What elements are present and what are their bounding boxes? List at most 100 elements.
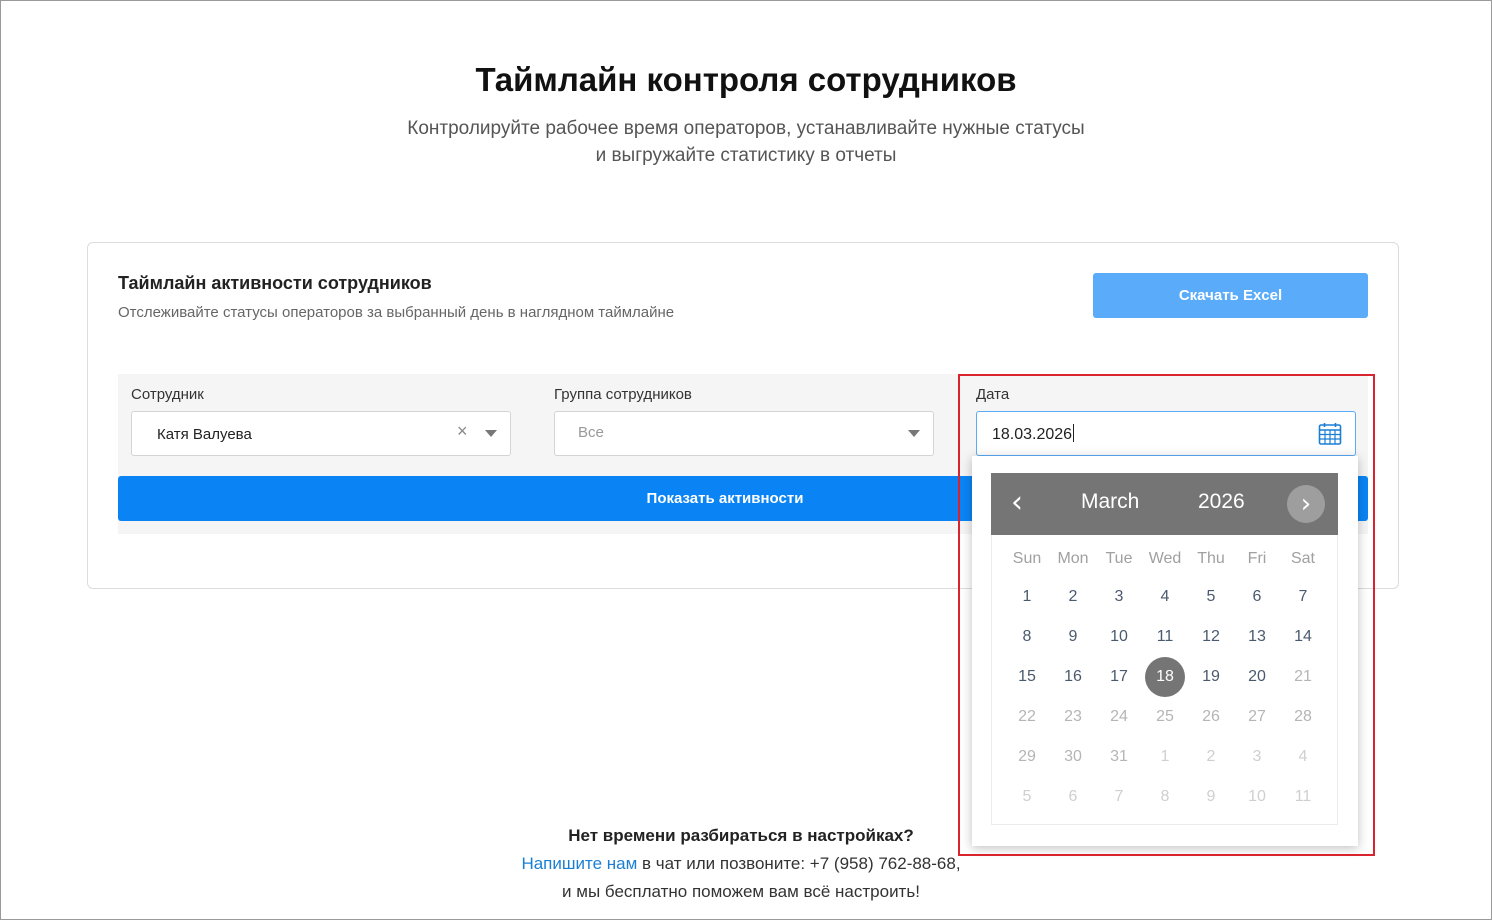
day-cell[interactable]: 27 <box>1234 697 1280 737</box>
day-cell[interactable]: 10 <box>1234 777 1280 817</box>
datepicker-popup: ‹ March 2026 › Sun Mon Tue Wed Thu Fri Sat 123… <box>972 456 1358 846</box>
employee-select[interactable]: Катя Валуева × <box>131 411 511 456</box>
day-cell[interactable]: 5 <box>1188 577 1234 617</box>
day-cell[interactable]: 15 <box>1004 657 1050 697</box>
day-cell[interactable]: 20 <box>1234 657 1280 697</box>
day-cell[interactable]: 10 <box>1096 617 1142 657</box>
day-cell[interactable]: 7 <box>1096 777 1142 817</box>
day-cell[interactable]: 9 <box>1050 617 1096 657</box>
day-number: 5 <box>1022 788 1032 805</box>
day-number: 16 <box>1064 668 1082 685</box>
day-cell[interactable]: 5 <box>1004 777 1050 817</box>
download-excel-button[interactable]: Скачать Excel <box>1093 273 1368 318</box>
day-cell[interactable]: 1 <box>1004 577 1050 617</box>
day-number: 14 <box>1294 628 1312 645</box>
day-cell[interactable]: 28 <box>1280 697 1326 737</box>
day-number: 5 <box>1206 588 1216 605</box>
day-cell[interactable]: 21 <box>1280 657 1326 697</box>
day-cell[interactable]: 14 <box>1280 617 1326 657</box>
show-activity-label: Показать активности <box>646 490 804 507</box>
text-cursor <box>1073 424 1075 442</box>
day-number: 1 <box>1160 748 1170 765</box>
day-number: 15 <box>1018 668 1036 685</box>
prev-month-icon[interactable]: ‹ <box>1011 485 1023 520</box>
day-number: 17 <box>1110 668 1128 685</box>
group-value: Все <box>578 424 604 441</box>
datepicker-month[interactable]: March <box>1081 490 1139 514</box>
day-number: 3 <box>1114 588 1124 605</box>
date-input[interactable]: 18.03.2026 <box>976 411 1356 456</box>
day-cell[interactable]: 3 <box>1234 737 1280 777</box>
day-cell[interactable]: 26 <box>1188 697 1234 737</box>
date-value: 18.03.2026 <box>992 426 1073 443</box>
page-title: Таймлайн контроля сотрудников <box>475 61 1017 98</box>
day-cell[interactable]: 2 <box>1188 737 1234 777</box>
day-cell[interactable]: 8 <box>1004 617 1050 657</box>
day-cell[interactable]: 22 <box>1004 697 1050 737</box>
day-number: 13 <box>1248 628 1266 645</box>
footer-contact-line: Напишите нам в чат или позвоните: +7 (95… <box>1 850 1481 878</box>
write-us-link[interactable]: Напишите нам <box>521 854 637 873</box>
day-number: 30 <box>1064 748 1082 765</box>
day-cell[interactable]: 7 <box>1280 577 1326 617</box>
day-number: 18 <box>1145 657 1185 697</box>
day-number: 27 <box>1248 708 1266 725</box>
day-cell[interactable]: 6 <box>1050 777 1096 817</box>
weekday-label: Wed <box>1148 550 1182 567</box>
day-number: 9 <box>1206 788 1216 805</box>
day-number: 31 <box>1110 748 1128 765</box>
chevron-down-icon[interactable] <box>908 430 920 437</box>
datepicker-header: ‹ March 2026 › <box>991 473 1338 535</box>
day-grid: 1 2 3 4 5 6 7 8 9 10 11 12 13 14 15 16 17 18 19 20 21 22 23 24 2… <box>1004 577 1326 817</box>
day-cell[interactable]: 13 <box>1234 617 1280 657</box>
chevron-down-icon[interactable] <box>485 430 497 437</box>
day-cell[interactable]: 4 <box>1142 577 1188 617</box>
day-cell-selected[interactable]: 18 <box>1142 657 1188 697</box>
weekday-label: Sun <box>1012 550 1042 567</box>
calendar-icon[interactable] <box>1318 422 1342 446</box>
day-number: 1 <box>1022 588 1032 605</box>
footer-contact-text: в чат или позвоните: +7 (958) 762-88-68, <box>637 854 961 873</box>
day-number: 20 <box>1248 668 1266 685</box>
day-number: 12 <box>1202 628 1220 645</box>
day-cell[interactable]: 8 <box>1142 777 1188 817</box>
employee-value: Катя Валуева <box>157 426 252 443</box>
day-number: 11 <box>1294 788 1312 805</box>
day-number: 28 <box>1294 708 1312 725</box>
employee-label: Сотрудник <box>131 386 204 403</box>
group-select[interactable]: Все <box>554 411 934 456</box>
day-cell[interactable]: 29 <box>1004 737 1050 777</box>
day-cell[interactable]: 24 <box>1096 697 1142 737</box>
datepicker-year[interactable]: 2026 <box>1198 490 1245 514</box>
day-number: 29 <box>1018 748 1036 765</box>
day-cell[interactable]: 2 <box>1050 577 1096 617</box>
card-description: Отслеживайте статусы операторов за выбра… <box>118 304 675 321</box>
day-cell[interactable]: 16 <box>1050 657 1096 697</box>
weekday-row: Sun Mon Tue Wed Thu Fri Sat <box>1004 550 1326 568</box>
day-cell[interactable]: 12 <box>1188 617 1234 657</box>
day-cell[interactable]: 19 <box>1188 657 1234 697</box>
day-cell[interactable]: 25 <box>1142 697 1188 737</box>
day-cell[interactable]: 31 <box>1096 737 1142 777</box>
day-number: 11 <box>1156 628 1174 645</box>
next-month-icon[interactable]: › <box>1287 485 1325 523</box>
day-cell[interactable]: 1 <box>1142 737 1188 777</box>
day-cell[interactable]: 4 <box>1280 737 1326 777</box>
day-cell[interactable]: 6 <box>1234 577 1280 617</box>
day-cell[interactable]: 11 <box>1142 617 1188 657</box>
day-number: 25 <box>1156 708 1174 725</box>
weekday-label: Tue <box>1105 550 1133 567</box>
day-cell[interactable]: 11 <box>1280 777 1326 817</box>
subtitle-line-2: и выгружайте статистику в отчеты <box>595 145 897 166</box>
day-number: 10 <box>1110 628 1128 645</box>
weekday-label: Mon <box>1057 550 1089 567</box>
day-number: 22 <box>1018 708 1036 725</box>
day-cell[interactable]: 9 <box>1188 777 1234 817</box>
clear-icon[interactable]: × <box>457 421 468 442</box>
subtitle-line-1: Контролируйте рабочее время операторов, … <box>407 118 1085 139</box>
day-cell[interactable]: 30 <box>1050 737 1096 777</box>
day-cell[interactable]: 3 <box>1096 577 1142 617</box>
day-cell[interactable]: 23 <box>1050 697 1096 737</box>
day-cell[interactable]: 17 <box>1096 657 1142 697</box>
day-number: 2 <box>1068 588 1078 605</box>
